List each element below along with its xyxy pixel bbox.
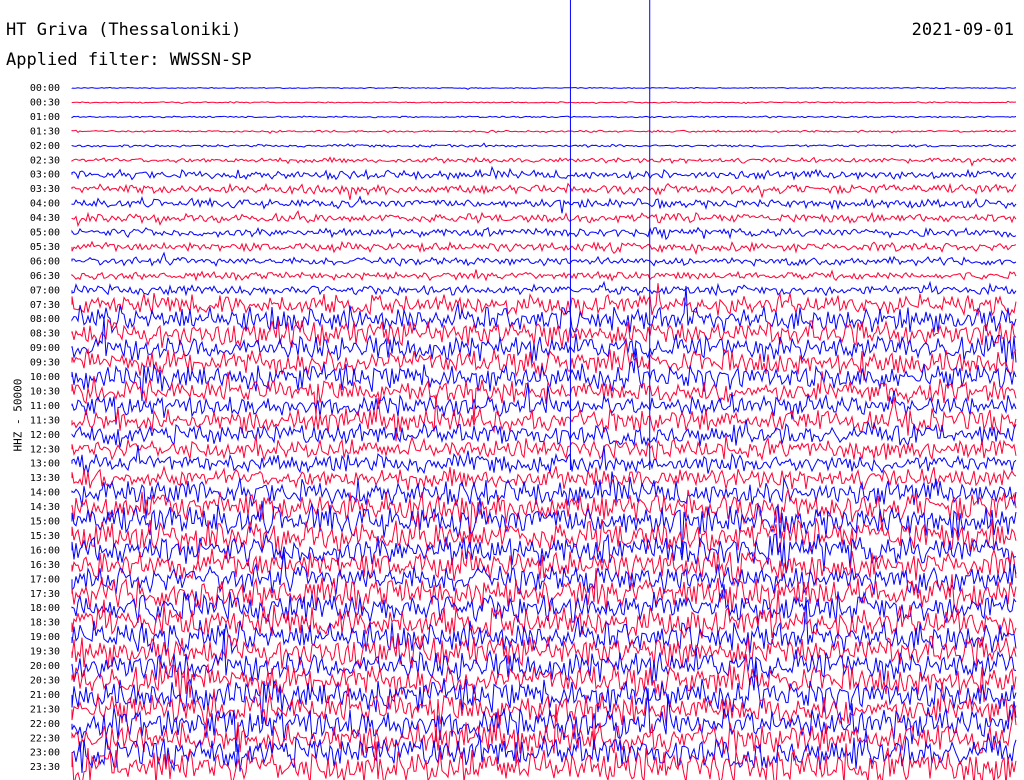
seismic-trace bbox=[71, 251, 1017, 268]
time-tick-label: 20:00 bbox=[30, 661, 60, 672]
time-tick-label: 11:00 bbox=[30, 401, 60, 412]
seismic-trace bbox=[71, 129, 1017, 135]
time-tick-label: 00:30 bbox=[30, 97, 60, 108]
time-tick-label: 08:30 bbox=[30, 329, 60, 340]
time-tick-label: 18:30 bbox=[30, 618, 60, 629]
time-tick-label: 20:30 bbox=[30, 675, 60, 686]
time-tick-label: 23:00 bbox=[30, 748, 60, 759]
seismic-trace bbox=[71, 394, 1017, 442]
time-tick-label: 15:30 bbox=[30, 531, 60, 542]
time-tick-label: 16:30 bbox=[30, 560, 60, 571]
time-tick-label: 08:00 bbox=[30, 314, 60, 325]
time-tick-label: 13:00 bbox=[30, 459, 60, 470]
seismic-trace bbox=[71, 280, 1017, 297]
seismic-trace bbox=[71, 156, 1017, 167]
time-tick-label: 12:00 bbox=[30, 430, 60, 441]
time-tick-label: 05:00 bbox=[30, 228, 60, 239]
seismic-trace bbox=[71, 100, 1017, 105]
seismic-trace bbox=[71, 195, 1017, 214]
time-tick-label: 12:30 bbox=[30, 444, 60, 455]
time-tick-label: 11:30 bbox=[30, 415, 60, 426]
time-tick-label: 13:30 bbox=[30, 473, 60, 484]
time-tick-label: 02:00 bbox=[30, 141, 60, 152]
time-tick-label: 01:00 bbox=[30, 112, 60, 123]
time-tick-label: 09:30 bbox=[30, 358, 60, 369]
time-tick-label: 09:00 bbox=[30, 343, 60, 354]
time-tick-label: 21:00 bbox=[30, 690, 60, 701]
seismic-trace bbox=[71, 498, 1017, 555]
seismic-trace bbox=[71, 434, 1017, 462]
seismic-trace bbox=[71, 445, 1017, 475]
seismic-trace bbox=[71, 269, 1017, 282]
time-tick-label: 16:00 bbox=[30, 545, 60, 556]
time-tick-label: 03:00 bbox=[30, 170, 60, 181]
time-tick-label: 07:30 bbox=[30, 300, 60, 311]
time-tick-label: 21:30 bbox=[30, 704, 60, 715]
seismic-trace bbox=[71, 465, 1017, 491]
time-tick-label: 23:30 bbox=[30, 762, 60, 773]
time-tick-label: 10:00 bbox=[30, 372, 60, 383]
time-tick-label: 19:00 bbox=[30, 632, 60, 643]
time-tick-label: 19:30 bbox=[30, 647, 60, 658]
time-tick-label: 14:00 bbox=[30, 488, 60, 499]
time-tick-label: 22:30 bbox=[30, 733, 60, 744]
seismic-trace bbox=[71, 142, 1017, 148]
time-tick-label: 06:30 bbox=[30, 271, 60, 282]
seismic-trace bbox=[71, 115, 1017, 119]
seismic-trace bbox=[71, 209, 1017, 228]
seismic-trace bbox=[71, 86, 1017, 90]
helicorder-plot: 00:00 00:30 01:00 01:30 02:00 02:30 03:00 03:30… bbox=[30, 0, 1017, 780]
time-tick-label: 04:30 bbox=[30, 213, 60, 224]
time-tick-label: 02:30 bbox=[30, 155, 60, 166]
time-tick-label: 01:30 bbox=[30, 126, 60, 137]
time-tick-label: 17:30 bbox=[30, 589, 60, 600]
time-tick-label: 04:00 bbox=[30, 199, 60, 210]
time-tick-label: 10:30 bbox=[30, 386, 60, 397]
seismic-trace bbox=[71, 226, 1017, 241]
time-tick-label: 07:00 bbox=[30, 285, 60, 296]
seismic-trace bbox=[71, 165, 1017, 181]
seismic-trace bbox=[71, 240, 1017, 256]
time-tick-label: 15:00 bbox=[30, 517, 60, 528]
time-tick-label: 18:00 bbox=[30, 603, 60, 614]
time-tick-label: 03:30 bbox=[30, 184, 60, 195]
time-tick-label: 14:30 bbox=[30, 502, 60, 513]
time-tick-label: 06:00 bbox=[30, 256, 60, 267]
seismic-trace bbox=[71, 182, 1017, 200]
time-tick-label: 22:00 bbox=[30, 719, 60, 730]
time-tick-label: 00:00 bbox=[30, 83, 60, 94]
time-tick-label: 05:30 bbox=[30, 242, 60, 253]
time-tick-label: 17:00 bbox=[30, 574, 60, 585]
